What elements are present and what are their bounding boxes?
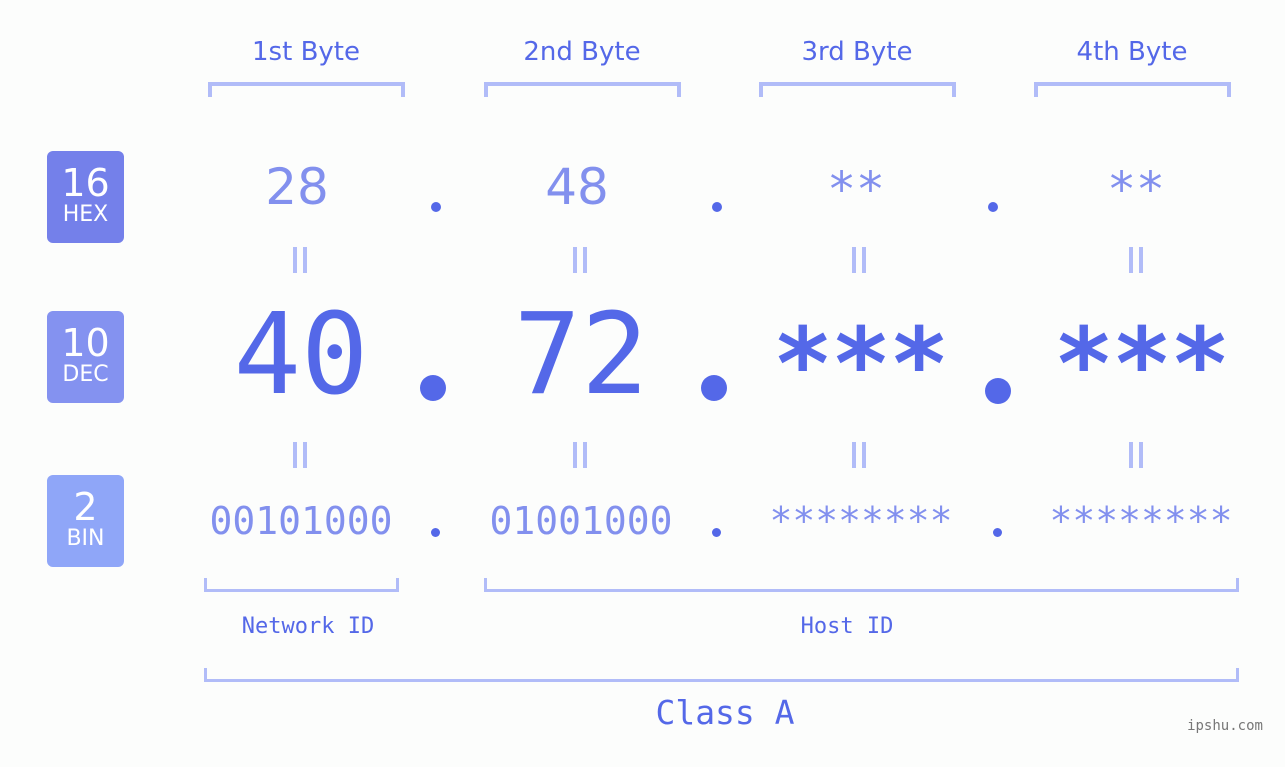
host-id-label: Host ID [800,614,894,639]
dec-badge: 10 DEC [47,311,124,403]
network-id-label: Network ID [241,614,375,639]
bin-separator-dot-1 [431,528,440,537]
equals-icon [1127,442,1143,468]
network-id-bracket [204,578,399,592]
byte-bracket-1 [208,82,405,97]
byte-bracket-2 [484,82,681,97]
hex-base-label: HEX [62,202,109,227]
watermark: ipshu.com [1187,718,1263,734]
byte-header-2: 2nd Byte [523,37,641,67]
byte-bracket-3 [759,82,956,97]
class-bracket [204,668,1239,682]
dec-separator-dot-1 [420,375,446,401]
bin-value-2: 01001000 [489,499,673,543]
host-id-bracket [484,578,1239,592]
dec-separator-dot-2 [701,375,727,401]
dec-value-1: 40 [233,290,369,420]
bin-value-1: 00101000 [209,499,393,543]
bin-separator-dot-2 [712,528,721,537]
byte-header-3: 3rd Byte [801,37,913,67]
byte-header-4: 4th Byte [1076,37,1188,67]
hex-value-1: 28 [265,158,329,216]
hex-base-number: 16 [61,161,110,205]
byte-bracket-4 [1034,82,1231,97]
bin-separator-dot-3 [993,528,1002,537]
dec-base-label: DEC [62,362,109,387]
hex-value-4: ** [1107,162,1165,218]
hex-separator-dot-3 [988,202,998,212]
bin-base-label: BIN [66,526,105,551]
dec-base-number: 10 [61,321,110,365]
bin-badge: 2 BIN [47,475,124,567]
hex-value-3: ** [827,162,885,218]
bin-base-number: 2 [73,485,98,529]
dec-value-2: 72 [513,290,649,420]
equals-icon [291,247,307,273]
byte-header-1: 1st Byte [252,37,360,67]
equals-icon [571,442,587,468]
bin-value-3: ******** [769,499,953,543]
hex-separator-dot-1 [431,202,441,212]
dec-separator-dot-3 [985,378,1011,404]
dec-value-3: *** [772,306,950,423]
ip-class-label: Class A [655,693,795,732]
dec-value-4: *** [1053,306,1231,423]
equals-icon [850,442,866,468]
bin-value-4: ******** [1049,499,1233,543]
equals-icon [850,247,866,273]
equals-icon [571,247,587,273]
hex-badge: 16 HEX [47,151,124,243]
equals-icon [1127,247,1143,273]
hex-separator-dot-2 [712,202,722,212]
equals-icon [291,442,307,468]
hex-value-2: 48 [545,158,609,216]
